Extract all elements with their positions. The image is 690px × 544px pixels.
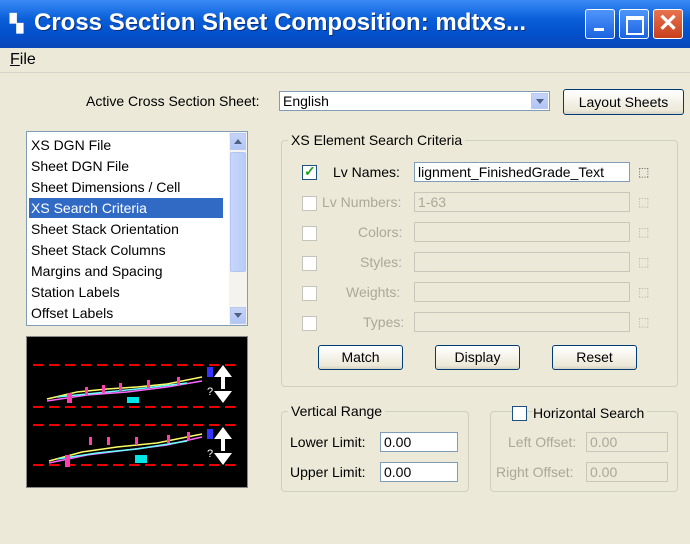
lower-limit-label: Lower Limit: [290, 434, 366, 450]
right-offset-label: Right Offset: [496, 464, 574, 480]
lower-limit-field[interactable]: 0.00 [380, 432, 458, 452]
window-title: Cross Section Sheet Composition: mdtxs..… [34, 9, 527, 36]
types-field[interactable] [414, 312, 630, 332]
picker-icon[interactable]: ⬚ [638, 165, 652, 179]
horizontal-search-checkbox[interactable] [512, 406, 527, 421]
active-sheet-value: English [283, 93, 329, 109]
weights-checkbox[interactable] [302, 286, 317, 301]
match-button[interactable]: Match [318, 345, 403, 370]
reset-button[interactable]: Reset [552, 345, 637, 370]
layout-sheets-button[interactable]: Layout Sheets [563, 89, 684, 115]
lv-names-field[interactable]: lignment_FinishedGrade_Text [414, 162, 630, 182]
list-item[interactable]: Offset Labels [29, 303, 223, 323]
list-scrollbar[interactable] [229, 132, 247, 325]
lv-names-label: Lv Names: [333, 164, 400, 180]
horizontal-search-label: Horizontal Search [533, 405, 648, 421]
list-item-selected[interactable]: XS Search Criteria [29, 198, 223, 218]
picker-icon[interactable]: ⬚ [638, 315, 652, 329]
display-button[interactable]: Display [435, 345, 520, 370]
list-item[interactable]: Sheet Stack Orientation [29, 219, 223, 239]
close-button[interactable]: ✕ [653, 9, 683, 39]
list-item[interactable]: Sheet Stack Columns [29, 240, 223, 260]
title-bar[interactable]: ▚ Cross Section Sheet Composition: mdtxs… [0, 0, 690, 48]
scroll-thumb[interactable] [230, 152, 246, 272]
types-checkbox[interactable] [302, 316, 317, 331]
upper-limit-label: Upper Limit: [290, 464, 366, 480]
styles-checkbox[interactable] [302, 256, 317, 271]
colors-label: Colors: [358, 224, 403, 240]
picker-icon[interactable]: ⬚ [638, 255, 652, 269]
list-item[interactable]: Sheet DGN File [29, 156, 223, 176]
menu-file[interactable]: File [10, 51, 36, 69]
types-label: Types: [363, 314, 405, 330]
app-icon: ▚ [10, 14, 24, 33]
lv-numbers-checkbox[interactable] [302, 196, 317, 211]
scroll-up-icon[interactable] [230, 133, 246, 150]
list-item[interactable]: XS DGN File [29, 135, 223, 155]
minimize-icon [586, 10, 614, 38]
active-sheet-select[interactable]: English [279, 91, 550, 111]
dialog-window: ▚ Cross Section Sheet Composition: mdtxs… [0, 0, 690, 544]
picker-icon[interactable]: ⬚ [638, 285, 652, 299]
right-offset-field[interactable]: 0.00 [586, 462, 668, 482]
scroll-down-icon[interactable] [230, 307, 246, 324]
active-sheet-label: Active Cross Section Sheet: [86, 93, 260, 109]
lv-numbers-label: Lv Numbers: [322, 194, 402, 210]
svg-text:?: ? [207, 448, 213, 460]
left-offset-label: Left Offset: [508, 434, 577, 450]
svg-text:?: ? [207, 386, 213, 398]
left-offset-field[interactable]: 0.00 [586, 432, 668, 452]
list-item[interactable]: Sheet Dimensions / Cell [29, 177, 223, 197]
category-list[interactable]: XS DGN File Sheet DGN File Sheet Dimensi… [26, 131, 248, 326]
search-criteria-title: XS Element Search Criteria [288, 132, 466, 148]
weights-label: Weights: [346, 284, 401, 300]
sheet-preview-image: ? ? [26, 336, 248, 488]
lv-numbers-field[interactable]: 1-63 [414, 192, 630, 212]
maximize-icon [620, 10, 648, 38]
lv-names-checkbox[interactable] [302, 163, 317, 180]
colors-field[interactable] [414, 222, 630, 242]
menu-bar: File [0, 48, 690, 73]
colors-checkbox[interactable] [302, 226, 317, 241]
list-item[interactable]: Margins and Spacing [29, 261, 223, 281]
close-icon: ✕ [657, 10, 679, 37]
chevron-down-icon[interactable] [531, 93, 548, 109]
maximize-button[interactable] [619, 9, 649, 39]
list-item[interactable]: Station Labels [29, 282, 223, 302]
picker-icon[interactable]: ⬚ [638, 225, 652, 239]
picker-icon[interactable]: ⬚ [638, 195, 652, 209]
styles-field[interactable] [414, 252, 630, 272]
styles-label: Styles: [360, 254, 403, 270]
weights-field[interactable] [414, 282, 630, 302]
upper-limit-field[interactable]: 0.00 [380, 462, 458, 482]
minimize-button[interactable] [585, 9, 615, 39]
vertical-range-title: Vertical Range [288, 403, 386, 419]
